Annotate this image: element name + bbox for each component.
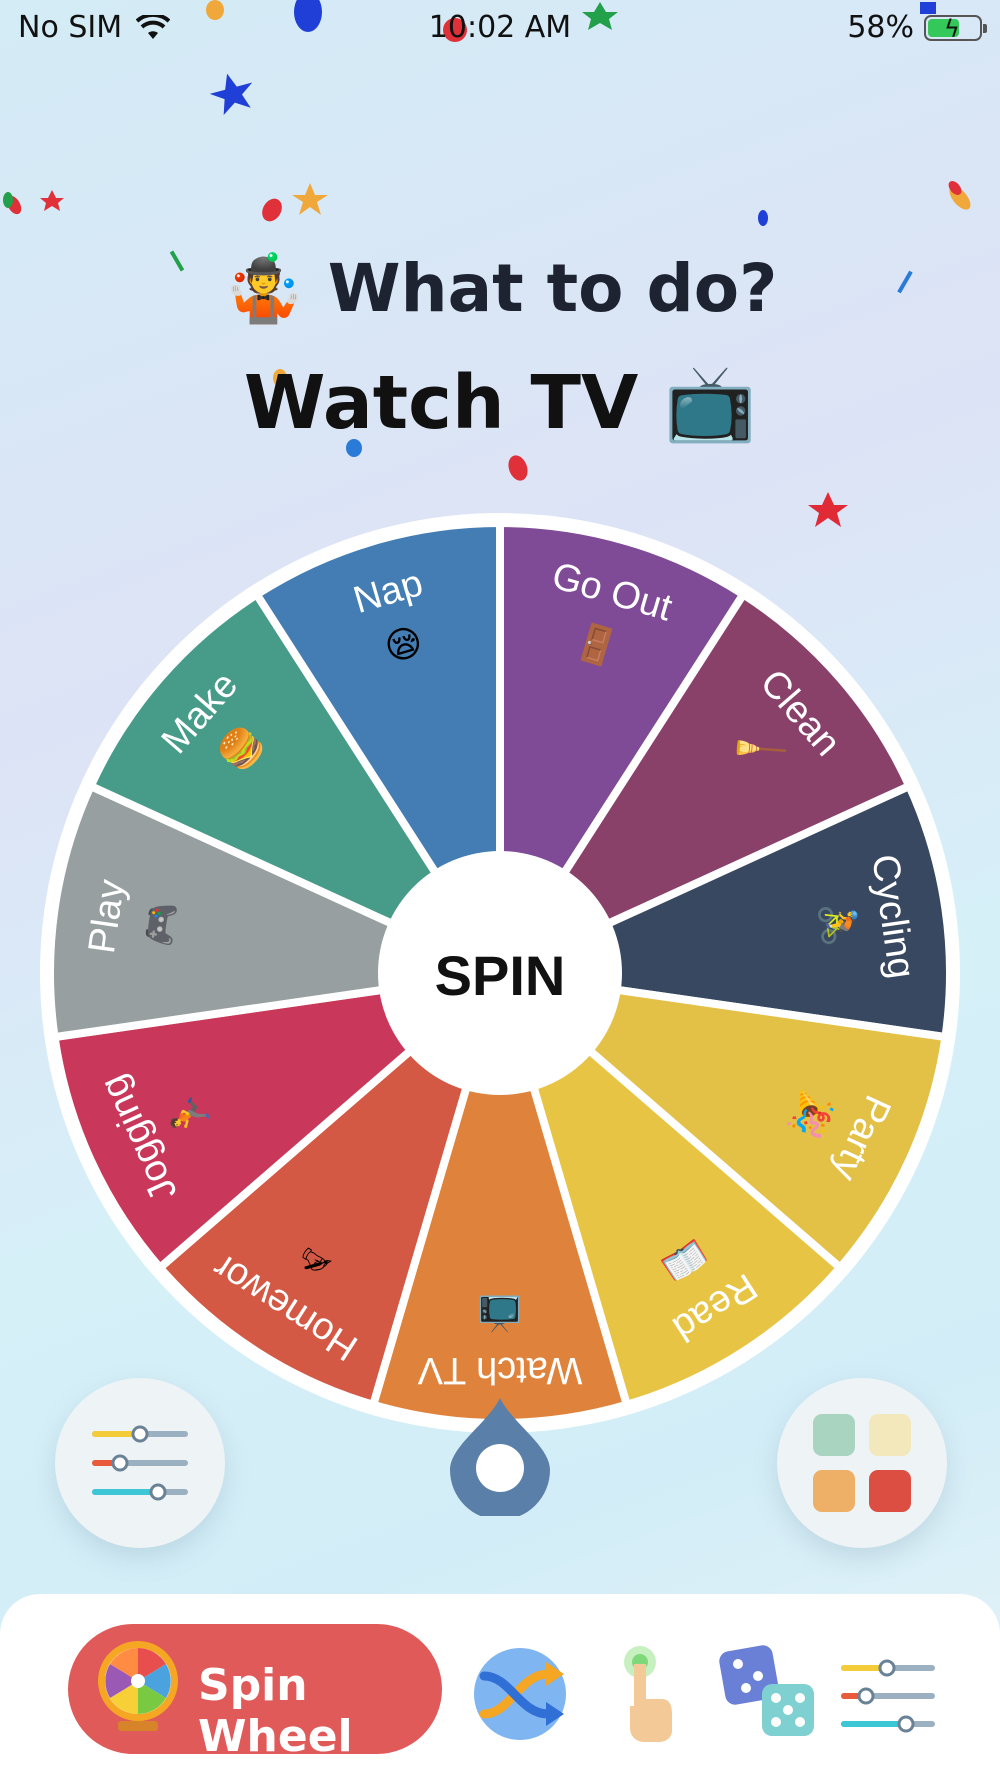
- settings-sliders-icon: [92, 1425, 188, 1501]
- battery-percent: 58%: [847, 10, 914, 45]
- segment-emoji: 📺: [478, 1294, 523, 1335]
- tab-spin-wheel[interactable]: Spin Wheel: [68, 1624, 442, 1762]
- tv-emoji: 📺: [663, 360, 757, 446]
- segment-emoji: 🚴: [815, 899, 863, 949]
- finger-tap-icon: [624, 1646, 672, 1742]
- tab-spin-wheel-label: Spin Wheel: [198, 1660, 353, 1762]
- segment-label-text: Watch TV: [417, 1349, 582, 1391]
- segment-emoji: 🎮: [138, 899, 185, 949]
- random-shuffle-icon: [474, 1648, 566, 1740]
- result-text: Watch TV: [243, 360, 639, 446]
- decision-wheel[interactable]: Go Out 🚪 Clean 🧹 Cycling 🚴 Party 🎉 Read 📖 Watch TV…: [40, 513, 960, 1433]
- tab-bar: Spin Wheel: [0, 1594, 1000, 1778]
- spin-result: Watch TV 📺: [0, 360, 1000, 447]
- title-text: What to do?: [327, 250, 778, 327]
- dice-icon: [719, 1645, 814, 1736]
- spin-center-label[interactable]: SPIN: [435, 944, 566, 1007]
- spin-wheel-icon: [98, 1641, 178, 1731]
- tab-random[interactable]: [470, 1644, 570, 1744]
- status-bar: No SIM 10:02 AM 58% ϟ: [0, 0, 1000, 56]
- settings-button[interactable]: [55, 1378, 225, 1548]
- wheel-pointer-icon: [450, 1398, 550, 1516]
- battery-icon: ϟ: [924, 14, 987, 43]
- page-title: 🤹 What to do?: [0, 250, 1000, 328]
- palette-grid-icon: [813, 1414, 911, 1512]
- sliders-icon: [841, 1659, 935, 1733]
- tab-finger-picker[interactable]: [600, 1644, 700, 1744]
- tab-dice[interactable]: [718, 1644, 818, 1744]
- juggler-emoji: 🤹: [222, 250, 305, 327]
- theme-button[interactable]: [777, 1378, 947, 1548]
- tab-settings[interactable]: [840, 1644, 940, 1744]
- wheel-graphic[interactable]: Go Out🚪Clean🧹Cycling🚴Party🎉Read📖Watch TV…: [40, 513, 960, 1433]
